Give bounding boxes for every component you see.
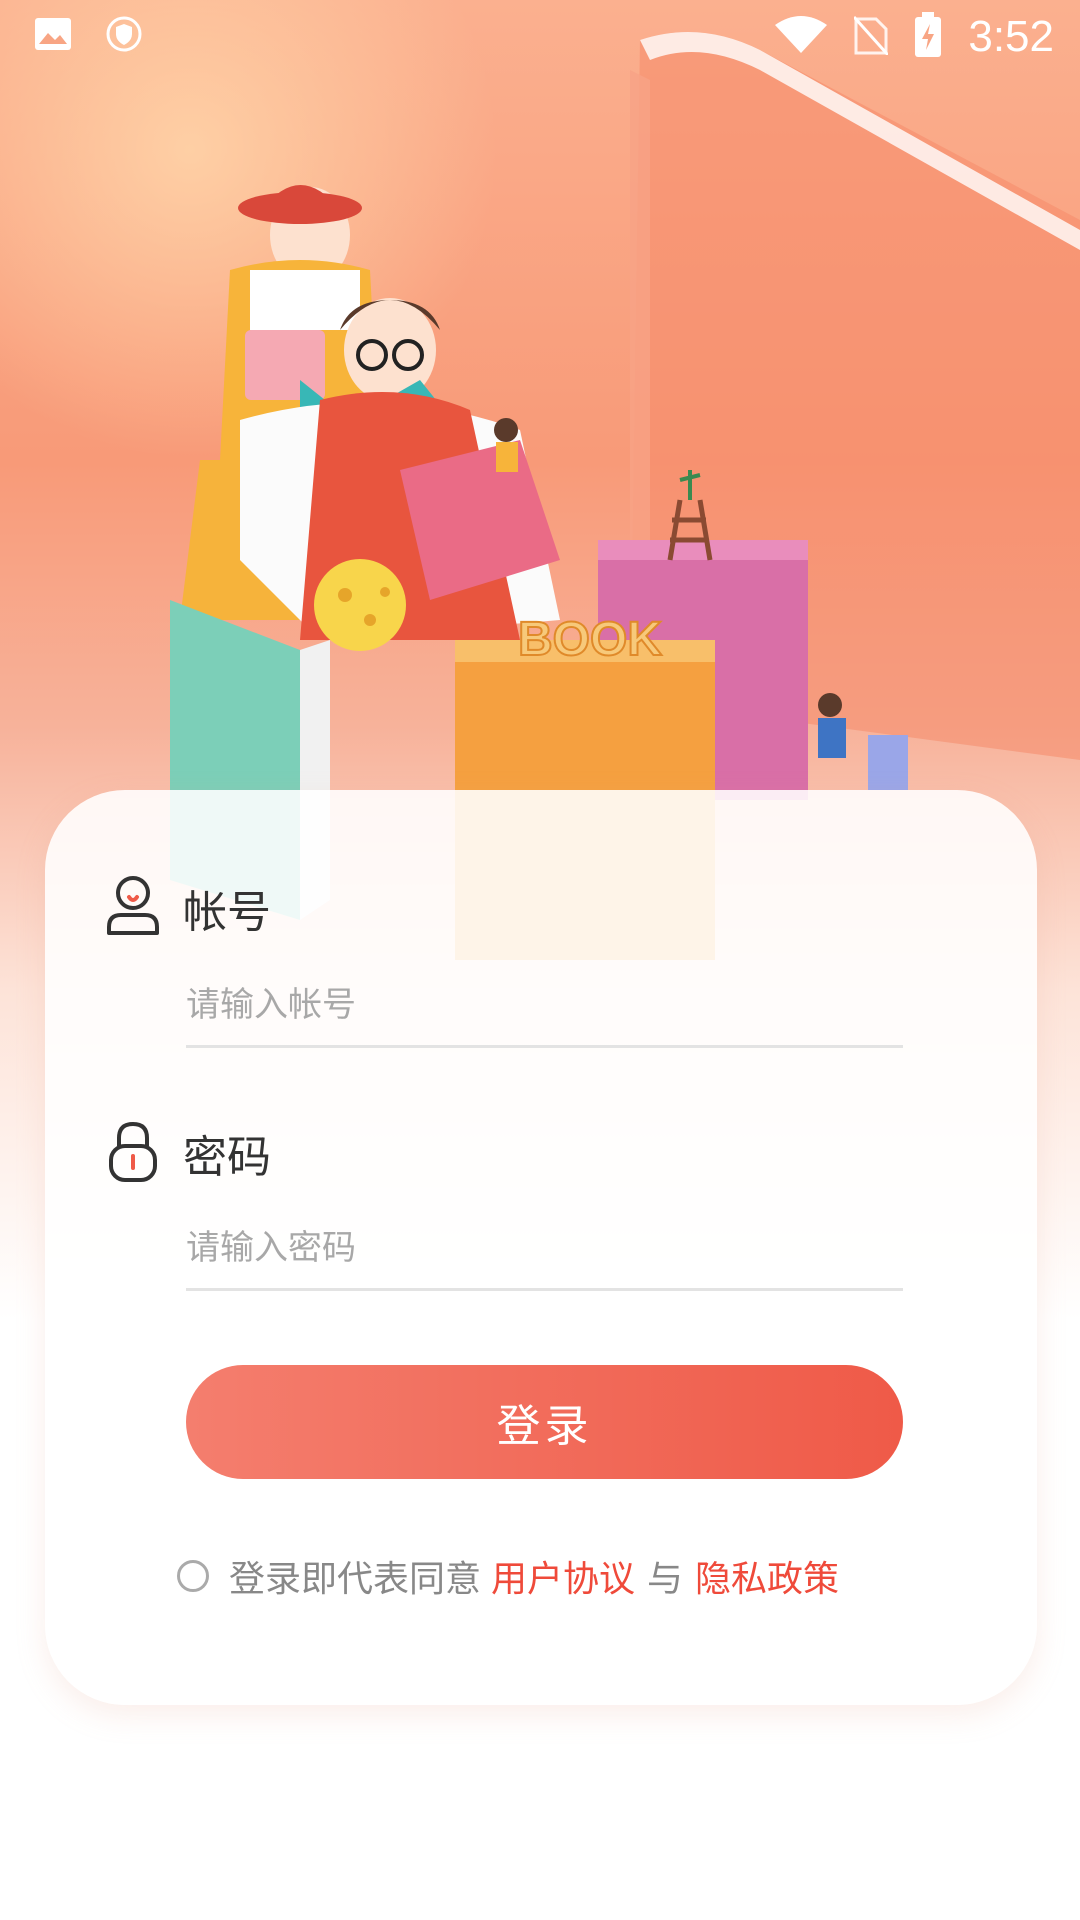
- lock-icon: [105, 1120, 161, 1186]
- user-agreement-link[interactable]: 用户协议: [491, 1550, 635, 1602]
- shield-icon: [106, 16, 142, 56]
- account-input[interactable]: [186, 965, 903, 1048]
- account-label: 帐号: [183, 887, 271, 938]
- no-sim-icon: [853, 15, 890, 59]
- battery-charging-icon: [914, 12, 942, 62]
- status-bar: 3:52: [0, 0, 1080, 72]
- login-button[interactable]: 登录: [186, 1365, 903, 1479]
- agreement-row: 登录即代表同意 用户协议 与 隐私政策: [177, 1550, 839, 1602]
- agreement-radio[interactable]: [177, 1560, 209, 1592]
- password-label: 密码: [183, 1132, 271, 1183]
- image-icon: [34, 17, 72, 55]
- agreement-prefix: 登录即代表同意: [229, 1559, 482, 1600]
- wifi-icon: [774, 15, 828, 59]
- agreement-separator: 与: [647, 1559, 684, 1600]
- user-icon: [105, 875, 161, 941]
- password-input[interactable]: [186, 1208, 903, 1291]
- status-time: 3:52: [968, 12, 1054, 61]
- login-card: 帐号 密码 登录 登录即代表同意 用户协议 与 隐私政策: [45, 790, 1037, 1705]
- privacy-policy-link[interactable]: 隐私政策: [695, 1550, 839, 1602]
- book-title-text: BOOK: [518, 613, 662, 666]
